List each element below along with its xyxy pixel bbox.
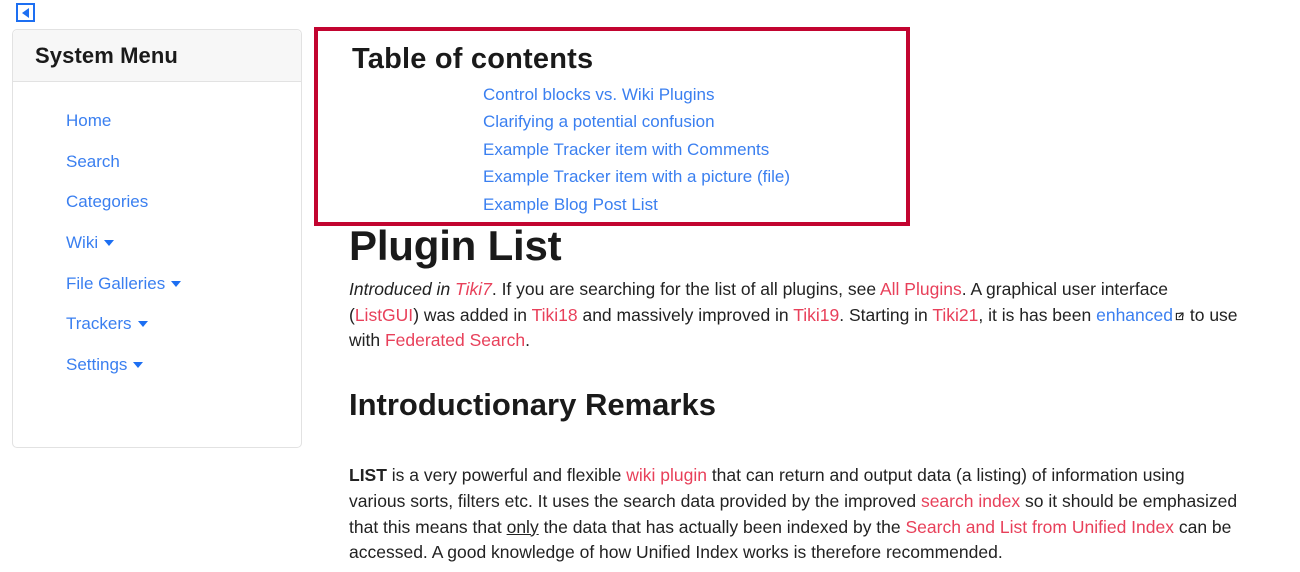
intro-text-9: . [525,330,530,351]
sidebar-item-categories[interactable]: Categories [13,193,301,212]
link-enhanced-label: enhanced [1096,304,1173,325]
chevron-down-icon [104,240,115,247]
list-item: Example Tracker item with Comments [483,140,906,160]
toc-link-blog-post-list[interactable]: Example Blog Post List [483,195,658,214]
intro-text-4: ) was added in [413,304,532,325]
link-all-plugins[interactable]: All Plugins [880,279,962,299]
page-title: Plugin List [349,222,562,269]
link-tiki19[interactable]: Tiki19 [793,305,839,325]
sidebar-item-label: Settings [66,355,128,375]
page-root: System Menu Home Search Categories Wiki … [0,0,1300,572]
external-link-icon [1174,311,1185,322]
remarks-text-4: the data that has actually been indexed … [538,516,906,537]
intro-text-7: , it is has been [978,304,1097,325]
toc-link-control-blocks[interactable]: Control blocks vs. Wiki Plugins [483,85,714,104]
sidebar-item-wiki[interactable]: Wiki [13,233,301,253]
sidebar-item-label: Search [66,151,120,171]
sidebar-header: System Menu [13,30,301,82]
remarks-text-1: is a very powerful and flexible [386,465,627,486]
section-title-introductionary-remarks: Introductionary Remarks [349,386,716,422]
list-item: Control blocks vs. Wiki Plugins [483,85,906,105]
toc-link-clarifying-confusion[interactable]: Clarifying a potential confusion [483,112,715,131]
toc-title: Table of contents [352,43,594,75]
link-wiki-plugin[interactable]: wiki plugin [626,465,707,485]
chevron-down-icon [171,280,182,287]
sidebar-item-label: Home [66,111,112,130]
sidebar-item-trackers[interactable]: Trackers [13,315,301,334]
sidebar-menu: Home Search Categories Wiki File Galleri… [13,82,301,375]
intro-text-1: Introduced in [349,279,456,300]
sidebar-item-label: Categories [66,192,149,212]
chevron-down-icon [137,321,148,328]
sidebar-item-settings[interactable]: Settings [13,355,301,375]
sidebar-title: System Menu [35,42,178,68]
sidebar-collapse-toggle[interactable] [16,3,35,22]
link-search-index[interactable]: search index [921,491,1020,511]
list-item: Example Blog Post List [483,195,906,215]
sidebar-item-home[interactable]: Home [13,111,301,131]
main-content: Plugin List Introduced in Tiki7. If you … [349,222,1239,566]
sidebar-item-label: Trackers [66,314,132,334]
sidebar-item-file-galleries[interactable]: File Galleries [13,273,301,294]
sidebar-item-search[interactable]: Search [13,151,301,172]
remarks-paragraph: LIST is a very powerful and flexible wik… [349,463,1239,565]
link-search-and-list-from-unified-index[interactable]: Search and List from Unified Index [906,517,1174,537]
link-enhanced[interactable]: enhanced [1096,305,1185,325]
link-tiki7[interactable]: Tiki7 [455,279,492,299]
list-item: Clarifying a potential confusion [483,112,906,132]
link-tiki21[interactable]: Tiki21 [932,305,978,325]
table-of-contents: Table of contents Control blocks vs. Wik… [314,27,910,226]
link-tiki18[interactable]: Tiki18 [532,305,578,325]
intro-paragraph: Introduced in Tiki7. If you are searchin… [349,277,1239,354]
sidebar-item-label: Wiki [66,233,99,253]
caret-left-icon [22,7,29,18]
intro-text-5: and massively improved in [577,304,794,325]
emphasis-only: only [506,516,539,537]
link-federated-search[interactable]: Federated Search [385,330,525,350]
toc-link-tracker-item-picture[interactable]: Example Tracker item with a picture (fil… [483,167,790,186]
toc-link-list: Control blocks vs. Wiki Plugins Clarifyi… [318,85,906,215]
sidebar-item-label: File Galleries [66,273,166,293]
link-listgui[interactable]: ListGUI [355,305,413,325]
chevron-down-icon [133,362,144,369]
intro-text-2: . If you are searching for the list of a… [491,279,880,300]
toc-link-tracker-item-comments[interactable]: Example Tracker item with Comments [483,140,769,159]
keyword-list: LIST [349,465,387,486]
intro-text-6: . Starting in [839,304,933,325]
list-item: Example Tracker item with a picture (fil… [483,167,906,187]
sidebar: System Menu Home Search Categories Wiki … [12,29,302,448]
